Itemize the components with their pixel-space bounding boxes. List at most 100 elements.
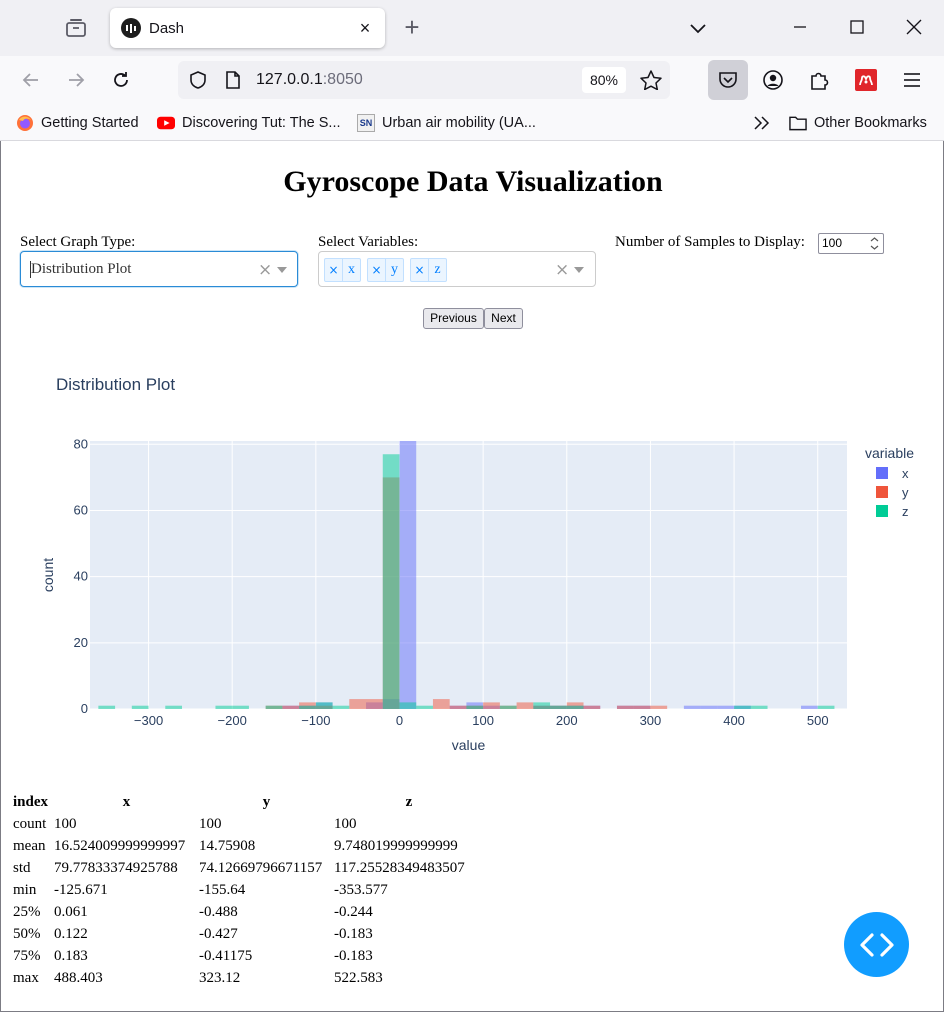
table-cell: 9.748019999999999 — [334, 837, 458, 854]
table-cell: 0.122 — [54, 925, 88, 942]
extensions-button[interactable] — [805, 66, 833, 94]
previous-button[interactable]: Previous — [423, 308, 484, 329]
account-button[interactable] — [759, 66, 787, 94]
bar-y[interactable] — [516, 702, 534, 709]
firefox-view-icon — [66, 19, 86, 37]
bar-z[interactable] — [550, 705, 567, 709]
bar-y[interactable] — [282, 705, 300, 709]
pocket-button[interactable] — [708, 60, 748, 100]
dash-debug-menu-button[interactable] — [844, 912, 909, 977]
close-icon — [906, 19, 922, 35]
clear-graph-type-icon[interactable]: × — [258, 260, 272, 280]
table-row: std 79.77833374925788 74.12669796671157 117… — [13, 857, 484, 879]
bar-y[interactable] — [616, 705, 634, 709]
legend-swatch-y[interactable] — [876, 486, 888, 498]
x-axis-title: value — [452, 737, 486, 753]
mendeley-extension-button[interactable] — [852, 66, 880, 94]
bar-z[interactable] — [499, 705, 517, 709]
bar-x[interactable] — [700, 705, 718, 709]
x-tick-label: 400 — [723, 713, 745, 728]
bar-z[interactable] — [734, 705, 751, 709]
table-cell: 79.77833374925788 — [54, 859, 178, 876]
tab-dash[interactable]: Dash × — [110, 8, 385, 48]
firefox-view-button[interactable] — [52, 8, 100, 48]
bookmark-getting-started[interactable]: Getting Started — [16, 112, 139, 134]
bar-z[interactable] — [131, 705, 149, 709]
distribution-chart[interactable]: 0 20 40 60 80 −300 −200 −100 0 100 200 300 400 500 Dis… — [1, 361, 944, 771]
navigation-toolbar: 127.0.0.1:8050 80% — [0, 56, 944, 104]
bar-y[interactable] — [432, 699, 450, 709]
bar-x[interactable] — [683, 705, 701, 709]
chip-y: × y — [367, 258, 404, 282]
bar-y[interactable] — [483, 702, 500, 709]
bar-x[interactable] — [399, 441, 417, 709]
bar-z[interactable] — [817, 705, 835, 709]
reload-button[interactable] — [107, 66, 135, 94]
bar-z[interactable] — [98, 705, 116, 709]
samples-input[interactable]: 100 — [818, 233, 884, 254]
chevron-down-icon[interactable] — [277, 267, 287, 273]
spinner-arrows-icon[interactable] — [868, 235, 881, 252]
variables-multiselect[interactable]: × x × y × z × — [318, 251, 596, 287]
new-tab-button[interactable]: + — [398, 14, 426, 42]
bar-z[interactable] — [399, 702, 417, 709]
next-button[interactable]: Next — [484, 308, 523, 329]
bar-y[interactable] — [583, 705, 601, 709]
remove-y-icon[interactable]: × — [368, 259, 386, 281]
bar-z[interactable] — [382, 454, 400, 709]
forward-button[interactable] — [62, 66, 90, 94]
sn-icon: SN — [357, 114, 375, 132]
zoom-indicator[interactable]: 80% — [582, 67, 626, 93]
bar-z[interactable] — [466, 705, 484, 709]
bar-z[interactable] — [165, 705, 183, 709]
bookmark-urban-air-mobility[interactable]: SN Urban air mobility (UA... — [357, 112, 536, 134]
bar-y[interactable] — [366, 699, 383, 709]
bar-y[interactable] — [633, 705, 651, 709]
bookmarks-overflow-button[interactable] — [752, 112, 772, 134]
bar-z[interactable] — [332, 705, 350, 709]
url-bar[interactable]: 127.0.0.1:8050 80% — [178, 61, 670, 99]
bar-z[interactable] — [265, 705, 283, 709]
table-row: 25% 0.061 -0.488 -0.244 — [13, 901, 484, 923]
legend-swatch-x[interactable] — [876, 467, 888, 479]
table-cell: 50% — [13, 925, 41, 942]
bar-z[interactable] — [299, 705, 316, 709]
bar-z[interactable] — [533, 702, 551, 709]
x-tick-label: 200 — [556, 713, 578, 728]
legend-swatch-z[interactable] — [876, 505, 888, 517]
bar-z[interactable] — [232, 705, 249, 709]
close-tab-icon[interactable]: × — [355, 18, 375, 38]
bar-y[interactable] — [449, 705, 467, 709]
bar-z[interactable] — [566, 705, 584, 709]
close-window-button[interactable] — [897, 10, 931, 44]
bar-z[interactable] — [315, 702, 333, 709]
tab-title: Dash — [149, 19, 185, 37]
bar-z[interactable] — [750, 705, 768, 709]
table-cell: 25% — [13, 903, 41, 920]
puzzle-icon — [811, 72, 829, 90]
chevron-down-icon[interactable] — [574, 267, 584, 273]
bar-z[interactable] — [215, 705, 233, 709]
bar-x[interactable] — [717, 705, 735, 709]
bar-y[interactable] — [349, 699, 367, 709]
table-cell: -0.41175 — [199, 947, 253, 964]
minimize-button[interactable] — [783, 10, 817, 44]
bar-z[interactable] — [416, 705, 433, 709]
table-row: 75% 0.183 -0.41175 -0.183 — [13, 945, 484, 967]
clear-variables-icon[interactable]: × — [555, 260, 569, 280]
bar-x[interactable] — [800, 705, 818, 709]
maximize-button[interactable] — [840, 10, 874, 44]
y-tick-label: 0 — [81, 701, 88, 716]
bookmark-star-icon[interactable] — [640, 70, 662, 90]
bookmark-discovering-tut[interactable]: Discovering Tut: The S... — [157, 112, 341, 134]
table-row: count 100 100 100 — [13, 813, 484, 835]
remove-x-icon[interactable]: × — [325, 259, 343, 281]
app-menu-button[interactable] — [898, 66, 926, 94]
other-bookmarks-folder[interactable]: Other Bookmarks — [789, 112, 927, 134]
other-bookmarks-label: Other Bookmarks — [814, 115, 927, 131]
back-button[interactable] — [17, 66, 45, 94]
list-all-tabs-button[interactable] — [686, 16, 710, 40]
graph-type-dropdown[interactable]: Distribution Plot × — [20, 251, 298, 287]
remove-z-icon[interactable]: × — [411, 259, 429, 281]
bar-y[interactable] — [650, 705, 668, 709]
